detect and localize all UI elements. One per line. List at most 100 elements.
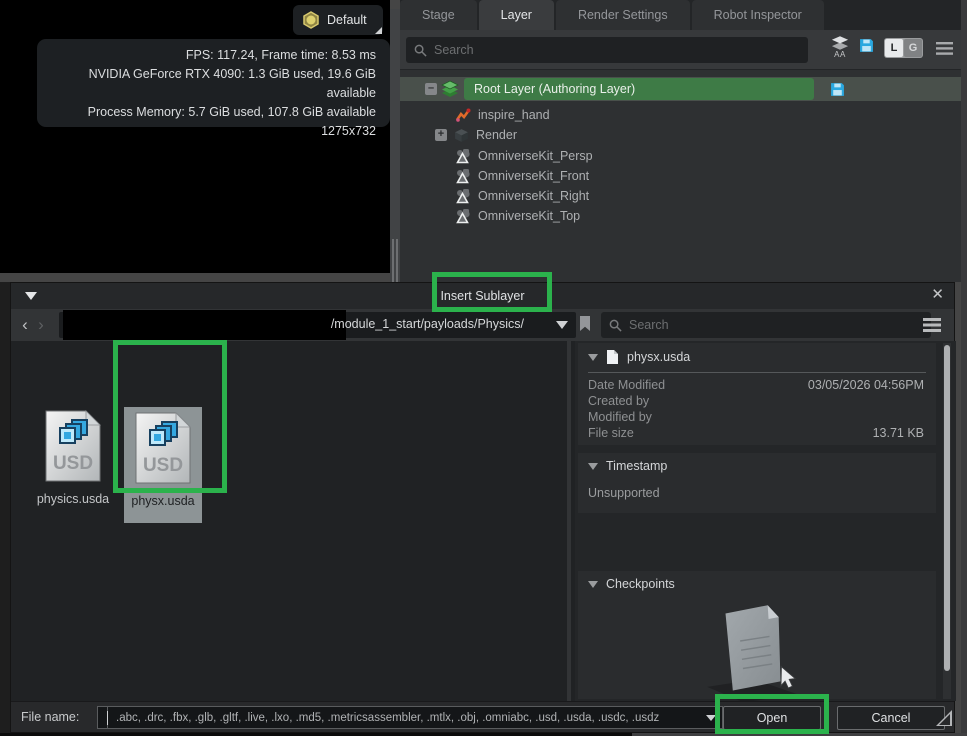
- info-value: 13.71 KB: [873, 425, 924, 441]
- path-field[interactable]: /module_1_start/payloads/Physics/: [59, 312, 576, 338]
- file-name-input[interactable]: [98, 707, 108, 728]
- app-screen: Default FPS: 117.24, Frame time: 8.53 ms…: [0, 0, 967, 736]
- tab-render-settings[interactable]: Render Settings: [556, 0, 690, 30]
- file-icon: [606, 349, 619, 365]
- default-button-label: Default: [327, 13, 367, 27]
- back-button[interactable]: ‹: [17, 312, 33, 338]
- divider: [588, 372, 926, 373]
- layer-authoring-button[interactable]: AA: [831, 35, 849, 59]
- toolbar-icons: AA L G: [831, 35, 923, 59]
- tab-stage-label: Stage: [422, 8, 455, 22]
- file-grid[interactable]: USD physics.usda USD physx.usda: [11, 341, 571, 701]
- camera-icon: [455, 169, 471, 184]
- layer-search-placeholder: Search: [434, 43, 474, 57]
- text-cursor: [107, 711, 108, 725]
- stat-gpu: NVIDIA GeForce RTX 4090: 1.3 GiB used, 1…: [37, 65, 376, 103]
- stat-resolution: 1275x732: [37, 122, 376, 141]
- info-value: 03/05/2026 04:56PM: [808, 377, 924, 393]
- tree-row-camera-top[interactable]: OmniverseKit_Top: [400, 206, 961, 226]
- tree-row-render[interactable]: + Render: [400, 125, 961, 145]
- tab-layer[interactable]: Layer: [479, 0, 554, 30]
- collapse-triangle-icon[interactable]: [588, 463, 598, 470]
- tree-row-root-layer[interactable]: – Root Layer (Authoring Layer): [400, 77, 961, 101]
- panel-splitter[interactable]: [390, 9, 400, 282]
- tree-row-camera-right[interactable]: OmniverseKit_Right: [400, 186, 961, 206]
- path-text: /module_1_start/payloads/Physics/: [331, 317, 524, 331]
- file-details-header[interactable]: physx.usda: [578, 343, 936, 370]
- usd-file-icon: USD: [42, 409, 104, 483]
- checkpoints-header[interactable]: Checkpoints: [578, 571, 936, 596]
- layer-search-input[interactable]: Search: [406, 37, 808, 63]
- info-label: File size: [588, 425, 634, 441]
- bookmark-icon[interactable]: [579, 316, 591, 332]
- collapse-icon[interactable]: –: [425, 83, 437, 95]
- close-icon[interactable]: ✕: [931, 285, 944, 303]
- tree-item-label: inspire_hand: [478, 108, 550, 122]
- search-icon: [609, 319, 622, 332]
- lighting-icon: [302, 11, 320, 29]
- annotation-box-insert-sublayer: [432, 272, 552, 312]
- tree-row-camera-front[interactable]: OmniverseKit_Front: [400, 166, 961, 186]
- collapse-triangle-icon[interactable]: [588, 354, 598, 361]
- local-toggle-button[interactable]: L: [885, 39, 903, 57]
- save-all-icon[interactable]: [859, 38, 874, 53]
- checkpoints-title: Checkpoints: [606, 577, 675, 591]
- robot-prim-icon: [455, 107, 471, 123]
- dialog-search-placeholder: Search: [629, 318, 669, 332]
- timestamp-header[interactable]: Timestamp: [578, 453, 936, 478]
- root-layer-name[interactable]: Root Layer (Authoring Layer): [464, 78, 814, 100]
- tab-robot-inspector[interactable]: Robot Inspector: [692, 0, 824, 30]
- viewport-default-button[interactable]: Default: [293, 5, 383, 35]
- layer-toolbar: Search AA L G: [400, 30, 961, 70]
- tree-item-label: OmniverseKit_Persp: [478, 149, 593, 163]
- info-file-title: physx.usda: [627, 350, 690, 364]
- file-tile-physics[interactable]: USD physics.usda: [34, 409, 112, 506]
- stat-memory: Process Memory: 5.7 GiB used, 107.8 GiB …: [37, 103, 376, 122]
- save-layer-icon[interactable]: [830, 82, 845, 97]
- dialog-search-input[interactable]: Search: [601, 312, 931, 338]
- layer-panel: Stage Layer Render Settings Robot Inspec…: [400, 0, 961, 282]
- info-label: Created by: [588, 393, 649, 409]
- tab-render-settings-label: Render Settings: [578, 8, 668, 22]
- info-label: Date Modified: [588, 377, 665, 393]
- search-icon: [414, 44, 427, 57]
- local-global-toggle[interactable]: L G: [884, 38, 923, 58]
- panel-tabbar: Stage Layer Render Settings Robot Inspec…: [400, 0, 961, 30]
- forward-button[interactable]: ›: [33, 312, 49, 338]
- tree-item-label: OmniverseKit_Right: [478, 189, 589, 203]
- timestamp-value: Unsupported: [578, 478, 936, 500]
- tab-robot-inspector-label: Robot Inspector: [714, 8, 802, 22]
- aa-label: AA: [834, 50, 846, 59]
- cancel-button[interactable]: Cancel: [837, 706, 945, 730]
- viewport[interactable]: Default FPS: 117.24, Frame time: 8.53 ms…: [0, 0, 390, 273]
- global-toggle-button[interactable]: G: [904, 39, 922, 57]
- info-row-created-by: Created by: [578, 393, 936, 409]
- file-name-field-group: .abc, .drc, .fbx, .glb, .gltf, .live, .l…: [97, 706, 723, 729]
- view-options-icon[interactable]: [923, 318, 941, 332]
- options-menu-icon[interactable]: [936, 42, 953, 55]
- collapse-triangle-icon[interactable]: [588, 581, 598, 588]
- timestamp-section: Timestamp Unsupported: [578, 453, 936, 513]
- tab-layer-label: Layer: [501, 8, 532, 22]
- path-dropdown-icon[interactable]: [556, 321, 568, 329]
- tree-row-inspire-hand[interactable]: inspire_hand: [400, 105, 961, 125]
- root-layer-icon: [440, 80, 460, 98]
- redacted-path: [63, 310, 346, 340]
- file-name-label: physics.usda: [34, 492, 112, 506]
- expand-icon[interactable]: +: [435, 129, 447, 141]
- camera-icon: [455, 189, 471, 204]
- info-row-file-size: File size 13.71 KB: [578, 425, 936, 441]
- checkpoints-section: Checkpoints Location does not: [578, 571, 936, 699]
- info-scrollbar-thumb[interactable]: [944, 345, 950, 671]
- tree-row-camera-persp[interactable]: OmniverseKit_Persp: [400, 146, 961, 166]
- layer-tree: – Root Layer (Authoring Layer): [400, 71, 961, 282]
- empty-checkpoints-illustration: [683, 597, 823, 707]
- screen-left-edge: [0, 282, 10, 736]
- timestamp-title: Timestamp: [606, 459, 667, 473]
- resize-grip-inner: [939, 714, 950, 725]
- tab-stage[interactable]: Stage: [400, 0, 477, 30]
- info-label: Modified by: [588, 409, 652, 425]
- info-row-date-modified: Date Modified 03/05/2026 04:56PM: [578, 377, 936, 393]
- tree-item-label: Render: [476, 128, 517, 142]
- file-name-label: File name:: [21, 710, 79, 724]
